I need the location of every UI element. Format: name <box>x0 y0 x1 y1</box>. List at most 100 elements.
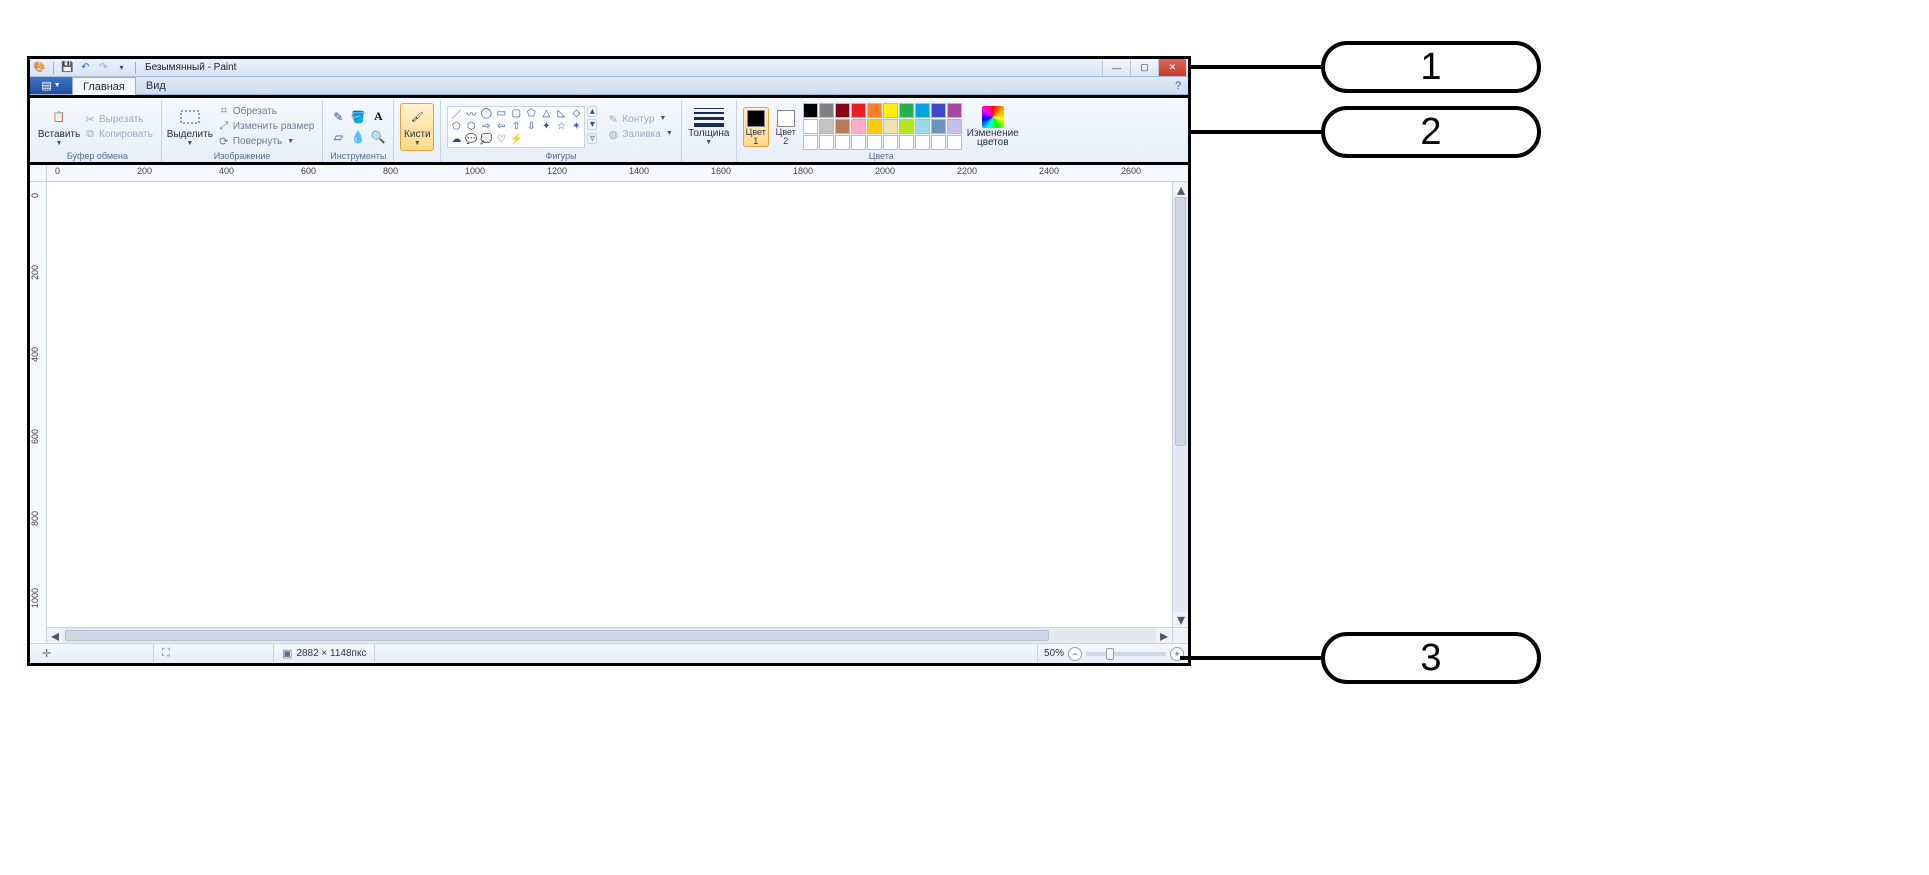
color-swatch[interactable] <box>867 135 882 150</box>
text-tool[interactable]: A <box>369 108 387 126</box>
color1-button[interactable]: Цвет 1 <box>743 107 769 147</box>
color-swatch[interactable] <box>931 103 946 118</box>
shape-star6-icon[interactable]: ✶ <box>569 121 583 133</box>
shape-heart-icon[interactable]: ♡ <box>494 134 508 146</box>
color-swatch[interactable] <box>819 119 834 134</box>
color-swatch[interactable] <box>931 119 946 134</box>
cut-button[interactable]: ✂Вырезать <box>82 112 155 126</box>
help-icon[interactable]: ? <box>1168 77 1188 94</box>
shape-arrowr-icon[interactable]: ⇨ <box>479 121 493 133</box>
rotate-button[interactable]: ⟳Повернуть▼ <box>216 135 316 149</box>
color-swatch[interactable] <box>899 119 914 134</box>
scrollbar-horizontal[interactable]: ◂ ▸ <box>47 627 1172 643</box>
shapes-gallery[interactable]: ／ 〰 ◯ ▭ ▢ ⬠ △ ◺ ◇ ⬠ ⬡ ⇨ ⇦ <box>447 106 585 148</box>
save-icon[interactable]: 💾 <box>60 61 75 75</box>
quickaccess-dropdown-icon[interactable]: ▾ <box>114 61 129 75</box>
color-swatch[interactable] <box>883 135 898 150</box>
zoom-out-button[interactable]: − <box>1068 647 1082 661</box>
shape-arrowu-icon[interactable]: ⇧ <box>509 121 523 133</box>
color-swatch[interactable] <box>883 103 898 118</box>
resize-button[interactable]: ⤢Изменить размер <box>216 120 316 134</box>
magnifier-tool[interactable]: 🔍 <box>369 128 387 146</box>
shape-lightning-icon[interactable]: ⚡ <box>509 134 523 146</box>
shapes-scroll-down[interactable]: ▾ <box>587 119 597 130</box>
fill-tool[interactable]: 🪣 <box>349 108 367 126</box>
color-swatch[interactable] <box>867 103 882 118</box>
copy-button[interactable]: ⧉Копировать <box>82 127 155 141</box>
color-swatch[interactable] <box>915 103 930 118</box>
undo-icon[interactable]: ↶ <box>78 61 93 75</box>
select-button[interactable]: Выделить ▼ <box>168 103 212 151</box>
redo-icon[interactable]: ↷ <box>96 61 111 75</box>
color-swatch[interactable] <box>851 119 866 134</box>
color-swatch[interactable] <box>883 119 898 134</box>
scroll-up-icon[interactable]: ▴ <box>1173 182 1189 197</box>
color-swatch[interactable] <box>947 135 962 150</box>
color-swatch[interactable] <box>803 103 818 118</box>
color-swatch[interactable] <box>851 103 866 118</box>
color-swatch[interactable] <box>819 135 834 150</box>
close-button[interactable]: ✕ <box>1158 59 1186 76</box>
color-swatch[interactable] <box>915 119 930 134</box>
shape-hexagon-icon[interactable]: ⬡ <box>464 121 478 133</box>
shapes-expand[interactable]: ▿ <box>587 133 597 144</box>
size-button[interactable]: Толщина ▼ <box>688 103 730 151</box>
zoom-slider[interactable] <box>1086 652 1166 656</box>
shape-oval-icon[interactable]: ◯ <box>479 108 493 120</box>
fill-dropdown[interactable]: ◍Заливка▼ <box>605 127 674 141</box>
color-swatch[interactable] <box>915 135 930 150</box>
color-swatch[interactable] <box>835 135 850 150</box>
color-swatch[interactable] <box>803 119 818 134</box>
shape-callout-cloud-icon[interactable]: 💭 <box>479 134 493 146</box>
crop-button[interactable]: ⌗Обрезать <box>216 105 316 119</box>
tab-view[interactable]: Вид <box>136 77 176 94</box>
paint-app-icon[interactable]: 🎨 <box>32 61 47 75</box>
picker-tool[interactable]: 💧 <box>349 128 367 146</box>
scroll-left-icon[interactable]: ◂ <box>47 628 63 643</box>
color-swatch[interactable] <box>835 119 850 134</box>
shape-callout-round-icon[interactable]: ☁ <box>449 134 463 146</box>
eraser-tool[interactable]: ▱ <box>329 128 347 146</box>
color-swatch[interactable] <box>947 103 962 118</box>
shape-rtriangle-icon[interactable]: ◺ <box>554 108 568 120</box>
shape-star4-icon[interactable]: ✦ <box>539 121 553 133</box>
shape-polygon-icon[interactable]: ⬠ <box>524 108 538 120</box>
color-swatch[interactable] <box>803 135 818 150</box>
outline-dropdown[interactable]: ✎Контур▼ <box>605 112 674 126</box>
tab-home[interactable]: Главная <box>72 77 136 95</box>
shape-star5-icon[interactable]: ☆ <box>554 121 568 133</box>
edit-colors-button[interactable]: Изменение цветов <box>966 103 1020 151</box>
scroll-right-icon[interactable]: ▸ <box>1156 628 1172 643</box>
shape-roundrect-icon[interactable]: ▢ <box>509 108 523 120</box>
color-swatch[interactable] <box>947 119 962 134</box>
file-menu-tab[interactable]: ▤▼ <box>30 77 72 94</box>
canvas[interactable] <box>47 182 1172 627</box>
shape-arrowl-icon[interactable]: ⇦ <box>494 121 508 133</box>
maximize-button[interactable]: ▢ <box>1130 59 1158 76</box>
scroll-thumb-vertical[interactable] <box>1175 197 1186 446</box>
paste-button[interactable]: 📋 Вставить ▼ <box>40 103 78 151</box>
pencil-tool[interactable]: ✎ <box>329 108 347 126</box>
color-swatch[interactable] <box>931 135 946 150</box>
zoom-slider-thumb[interactable] <box>1106 648 1114 660</box>
scroll-down-icon[interactable]: ▾ <box>1173 612 1189 627</box>
shape-pentagon-icon[interactable]: ⬠ <box>449 121 463 133</box>
shape-callout-oval-icon[interactable]: 💬 <box>464 134 478 146</box>
shape-diamond-icon[interactable]: ◇ <box>569 108 583 120</box>
shape-curve-icon[interactable]: 〰 <box>464 108 478 120</box>
color-swatch[interactable] <box>819 103 834 118</box>
scroll-thumb-horizontal[interactable] <box>65 630 1049 641</box>
shape-arrowd-icon[interactable]: ⇩ <box>524 121 538 133</box>
color-swatch[interactable] <box>851 135 866 150</box>
shape-line-icon[interactable]: ／ <box>449 108 463 120</box>
color-swatch[interactable] <box>867 119 882 134</box>
color-swatch[interactable] <box>899 103 914 118</box>
scrollbar-vertical[interactable]: ▴ ▾ <box>1172 182 1188 627</box>
minimize-button[interactable]: — <box>1102 59 1130 76</box>
shape-rect-icon[interactable]: ▭ <box>494 108 508 120</box>
brushes-button[interactable]: 🖌 Кисти ▼ <box>400 103 434 151</box>
color-swatch[interactable] <box>899 135 914 150</box>
shape-triangle-icon[interactable]: △ <box>539 108 553 120</box>
color2-button[interactable]: Цвет 2 <box>773 107 799 147</box>
color-swatch[interactable] <box>835 103 850 118</box>
